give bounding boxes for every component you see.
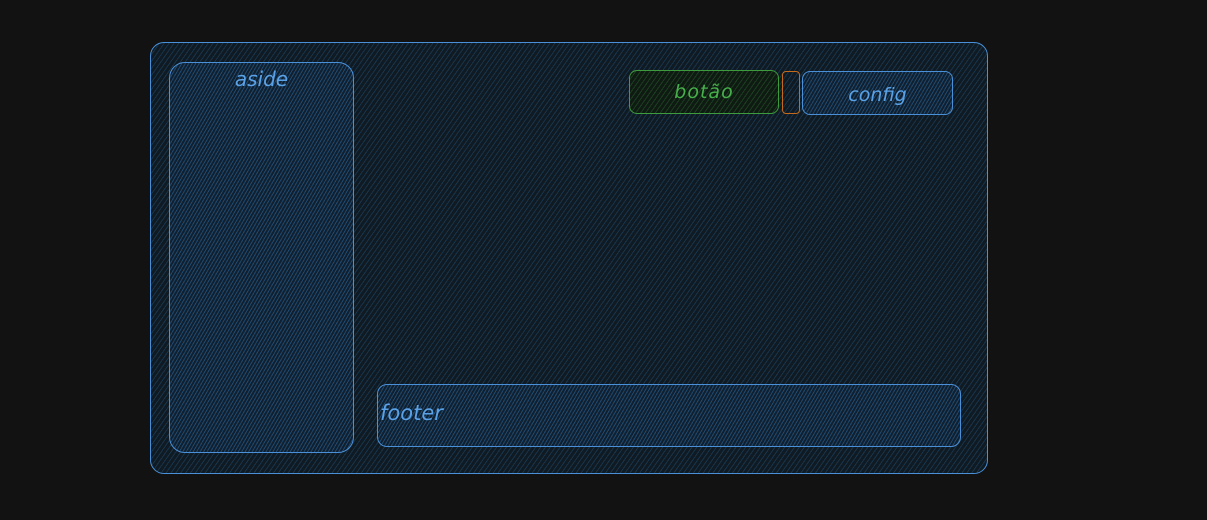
- footer-panel: footer: [377, 384, 961, 447]
- aside-panel: aside: [169, 62, 354, 453]
- config-button[interactable]: config: [802, 71, 953, 115]
- footer-label: footer: [380, 401, 443, 425]
- small-orange-button[interactable]: [782, 71, 800, 114]
- botao-button[interactable]: botão: [629, 70, 779, 114]
- botao-button-label: botão: [674, 81, 734, 103]
- config-button-label: config: [848, 84, 907, 106]
- aside-label: aside: [234, 67, 289, 91]
- diagram-canvas: aside botão config footer: [0, 0, 1207, 520]
